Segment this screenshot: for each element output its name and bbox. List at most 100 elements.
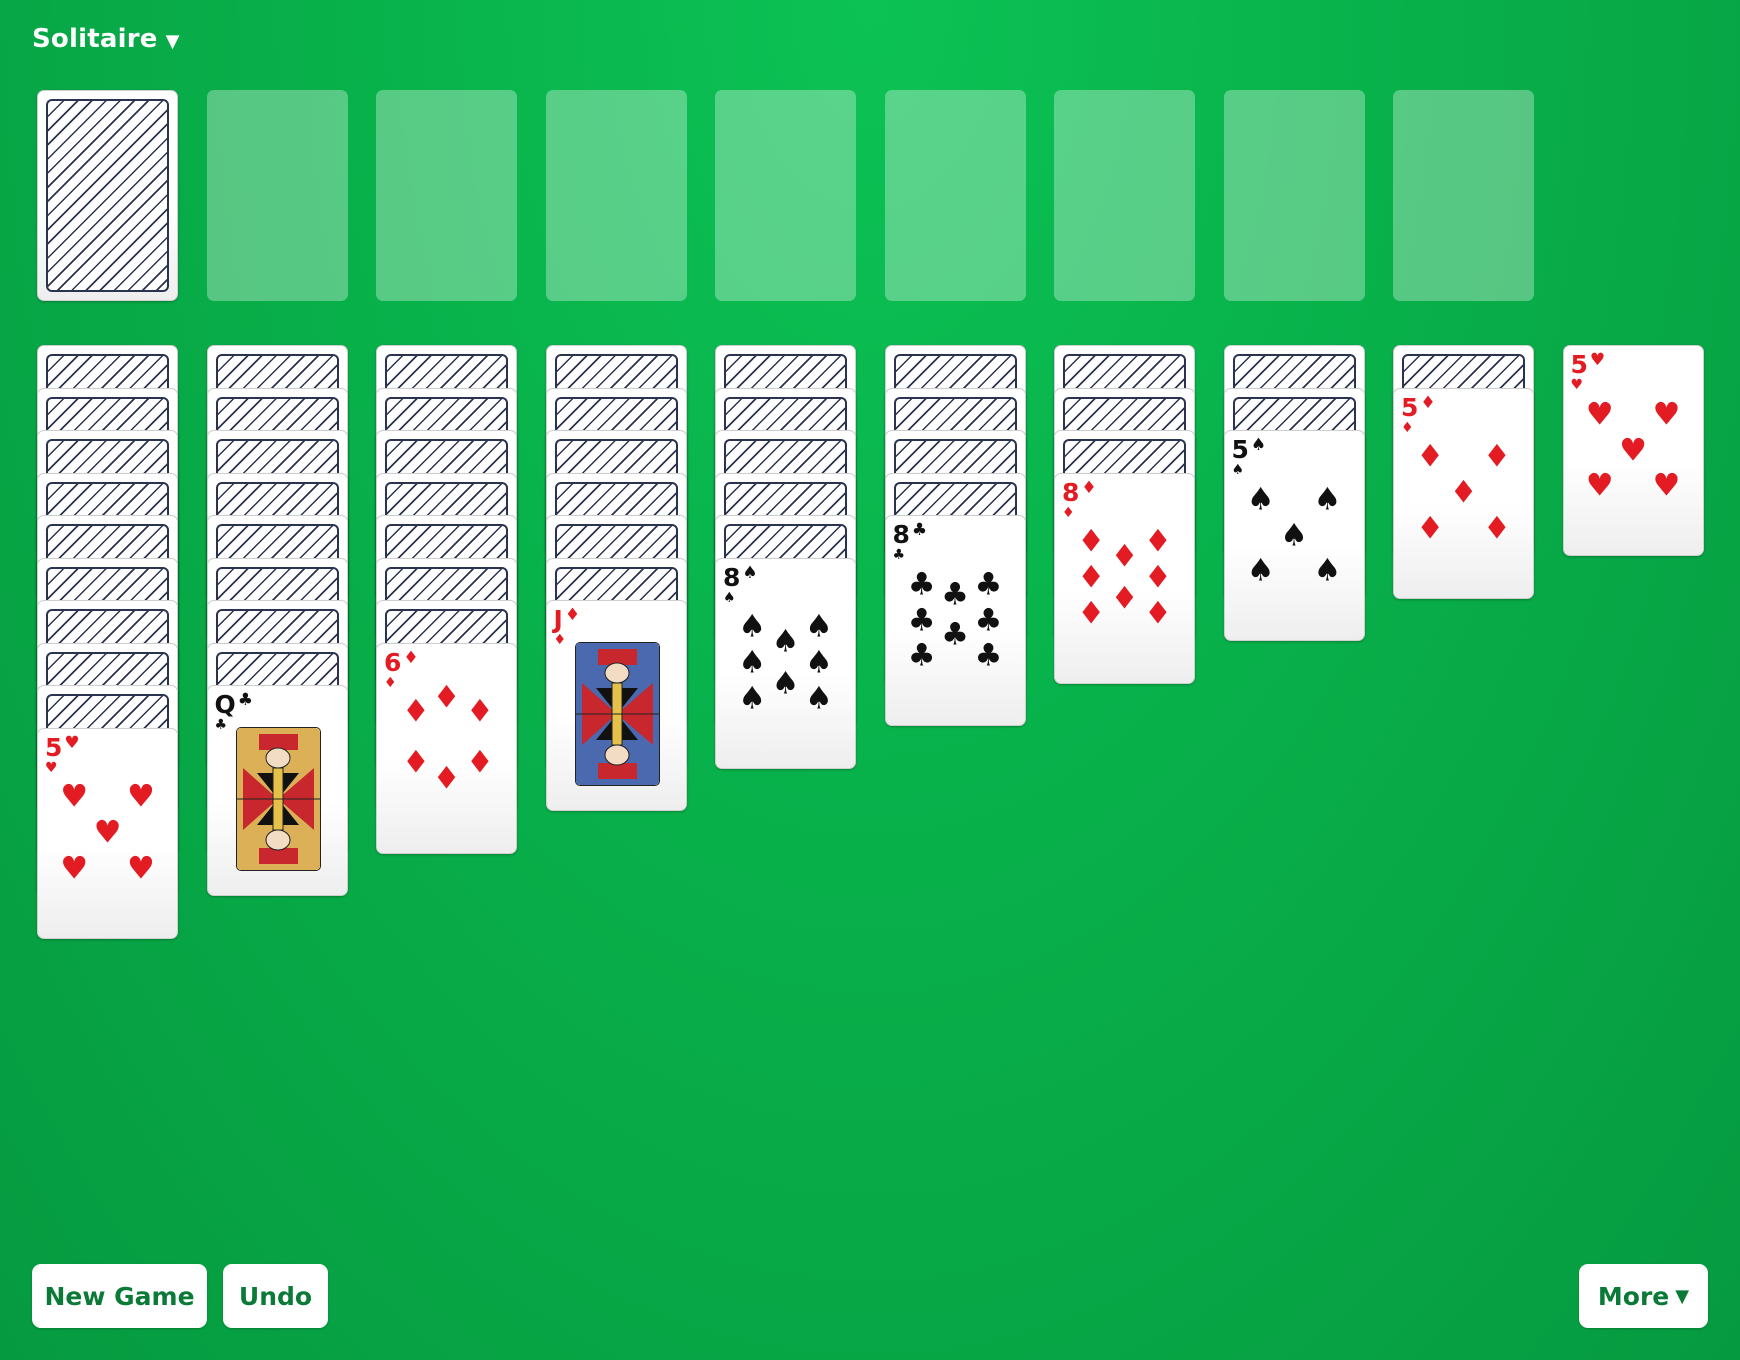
suit-pip-icon: ♣ bbox=[907, 566, 936, 603]
suit-pip-icon: ♦ bbox=[1416, 438, 1445, 475]
new-game-button[interactable]: New Game bbox=[32, 1264, 207, 1328]
suit-pip-icon: ♥ bbox=[1652, 467, 1681, 504]
card-corner-index: 5 ♥ ♥ bbox=[45, 732, 80, 776]
suit-pip-icon: ♣ bbox=[941, 576, 969, 613]
suit-pip-icon: ♣ bbox=[941, 616, 969, 653]
suit-pip-icon: ♥ bbox=[93, 814, 122, 851]
foundation-slot-8[interactable] bbox=[1393, 90, 1534, 301]
suit-pip-icon: ♦ bbox=[465, 744, 494, 781]
playing-card-Q-clubs[interactable]: Q ♣ ♣ bbox=[206, 685, 348, 896]
foundation-slot-1[interactable] bbox=[206, 90, 348, 301]
suit-pip-icon: ♥ bbox=[126, 778, 155, 815]
suit-pip-icon: ♦ bbox=[1110, 538, 1139, 575]
suit-pip-icon: ♠ bbox=[771, 665, 800, 702]
suit-pip-icon: ♠ bbox=[738, 608, 767, 645]
suit-pip-icon: ♥ bbox=[126, 850, 155, 887]
suit-pip-icon: ♥ bbox=[1585, 396, 1614, 433]
card-rank: 5 bbox=[45, 732, 63, 762]
suit-pip-icon: ♥ bbox=[1619, 432, 1647, 468]
suit-pip-icon: ♠ bbox=[1313, 481, 1342, 518]
card-rank: 8 bbox=[1062, 477, 1080, 507]
more-button-label: More bbox=[1597, 1281, 1670, 1311]
suit-icon: ♦ bbox=[1062, 504, 1075, 521]
suit-icon: ♣ bbox=[911, 520, 928, 540]
suit-icon: ♦ bbox=[564, 605, 581, 625]
foundation-slot-3[interactable] bbox=[545, 90, 687, 301]
suit-pip-icon: ♦ bbox=[465, 693, 494, 730]
playing-card-J-diamonds[interactable]: J ♦ ♦ bbox=[545, 600, 687, 811]
suit-pip-icon: ♠ bbox=[1246, 481, 1275, 518]
suit-icon: ♥ bbox=[1589, 350, 1606, 370]
suit-pip-icon: ♠ bbox=[1313, 552, 1342, 589]
suit-pip-icon: ♦ bbox=[1110, 580, 1139, 617]
suit-pip-icon: ♥ bbox=[1652, 396, 1681, 433]
suit-icon: ♠ bbox=[723, 589, 736, 606]
playing-card-6-diamonds[interactable]: 6 ♦ ♦ ♦ ♦ ♦ ♦ ♦ ♦ bbox=[376, 642, 517, 854]
card-corner-index: Q ♣ ♣ bbox=[214, 690, 254, 733]
card-rank: 5 bbox=[1570, 350, 1588, 379]
suit-pip-icon: ♠ bbox=[804, 680, 833, 717]
suit-pip-icon: ♦ bbox=[1077, 559, 1106, 596]
card-corner-index: 8 ♠ ♠ bbox=[723, 562, 758, 606]
card-rank: 8 bbox=[723, 562, 741, 592]
foundation-slot-2[interactable] bbox=[376, 90, 517, 301]
suit-pip-icon: ♦ bbox=[1449, 474, 1478, 511]
playing-card-5-hearts[interactable]: 5 ♥ ♥ ♥ ♥ ♥ ♥ ♥ bbox=[37, 727, 178, 939]
suit-pip-icon: ♠ bbox=[1280, 517, 1308, 553]
suit-pip-icon: ♠ bbox=[1246, 552, 1275, 589]
suit-pip-icon: ♦ bbox=[1482, 510, 1511, 547]
suit-pip-icon: ♦ bbox=[1077, 523, 1106, 560]
playing-card-8-clubs[interactable]: 8 ♣ ♣ ♣ ♣ ♣ ♣ ♣ ♣ ♣ ♣ bbox=[884, 515, 1026, 726]
card-rank: 6 bbox=[384, 647, 402, 677]
suit-icon: ♣ bbox=[237, 690, 254, 710]
foundation-slot-5[interactable] bbox=[884, 90, 1026, 301]
suit-pip-icon: ♣ bbox=[907, 637, 936, 674]
suit-pip-icon: ♥ bbox=[60, 850, 89, 887]
suit-pip-icon: ♦ bbox=[1143, 595, 1172, 632]
card-rank: Q bbox=[214, 690, 236, 719]
suit-pip-icon: ♠ bbox=[804, 608, 833, 645]
suit-pip-icon: ♠ bbox=[738, 680, 767, 717]
playing-card-5-hearts[interactable]: 5 ♥ ♥ ♥ ♥ ♥ ♥ ♥ bbox=[1562, 345, 1704, 556]
undo-button[interactable]: Undo bbox=[223, 1264, 328, 1328]
game-title-label: Solitaire bbox=[32, 24, 158, 54]
suit-pip-icon: ♦ bbox=[402, 693, 430, 730]
suit-pip-icon: ♣ bbox=[974, 637, 1003, 674]
suit-pip-icon: ♦ bbox=[432, 679, 461, 716]
card-rank: 5 bbox=[1401, 392, 1419, 422]
playing-card-5-spades[interactable]: 5 ♠ ♠ ♠ ♠ ♠ ♠ ♠ bbox=[1223, 430, 1365, 641]
game-menu-title[interactable]: Solitaire ▼ bbox=[32, 24, 180, 54]
chevron-down-icon: ▼ bbox=[165, 31, 180, 52]
suit-pip-icon: ♥ bbox=[60, 778, 89, 815]
card-corner-index: 6 ♦ ♦ bbox=[384, 647, 419, 690]
playing-card-5-diamonds[interactable]: 5 ♦ ♦ ♦ ♦ ♦ ♦ ♦ bbox=[1393, 387, 1534, 599]
suit-pip-icon: ♠ bbox=[738, 644, 767, 681]
suit-pip-icon: ♦ bbox=[1077, 595, 1106, 632]
foundation-slot-6[interactable] bbox=[1054, 90, 1195, 301]
suit-pip-icon: ♠ bbox=[771, 623, 800, 660]
suit-icon: ♥ bbox=[1570, 377, 1584, 393]
suit-pip-icon: ♦ bbox=[432, 760, 461, 797]
card-corner-index: J ♦ ♦ bbox=[554, 605, 581, 648]
playing-card-8-diamonds[interactable]: 8 ♦ ♦ ♦ ♦ ♦ ♦ ♦ ♦ ♦ ♦ bbox=[1054, 472, 1195, 684]
suit-pip-icon: ♦ bbox=[1143, 523, 1172, 560]
suit-pip-icon: ♦ bbox=[1143, 559, 1172, 596]
jack-face-illustration bbox=[574, 642, 660, 786]
foundation-slot-4[interactable] bbox=[715, 90, 856, 301]
card-corner-index: 5 ♦ ♦ bbox=[1401, 392, 1436, 435]
suit-pip-icon: ♣ bbox=[907, 602, 936, 638]
card-rank: 5 bbox=[1231, 435, 1249, 464]
playing-card-8-spades[interactable]: 8 ♠ ♠ ♠ ♠ ♠ ♠ ♠ ♠ ♠ ♠ bbox=[715, 557, 856, 769]
suit-icon: ♠ bbox=[742, 562, 758, 583]
queen-face-illustration bbox=[235, 727, 321, 871]
foundation-slot-7[interactable] bbox=[1223, 90, 1365, 301]
suit-pip-icon: ♦ bbox=[1416, 510, 1445, 547]
card-corner-index: 8 ♣ ♣ bbox=[893, 520, 928, 563]
more-menu-button[interactable]: More ▼ bbox=[1579, 1264, 1708, 1328]
card-corner-index: 5 ♥ ♥ bbox=[1570, 350, 1606, 393]
suit-pip-icon: ♣ bbox=[974, 602, 1003, 638]
suit-icon: ♥ bbox=[45, 759, 58, 776]
suit-icon: ♦ bbox=[403, 647, 419, 668]
suit-pip-icon: ♦ bbox=[402, 744, 430, 781]
stock-pile[interactable] bbox=[37, 90, 178, 301]
